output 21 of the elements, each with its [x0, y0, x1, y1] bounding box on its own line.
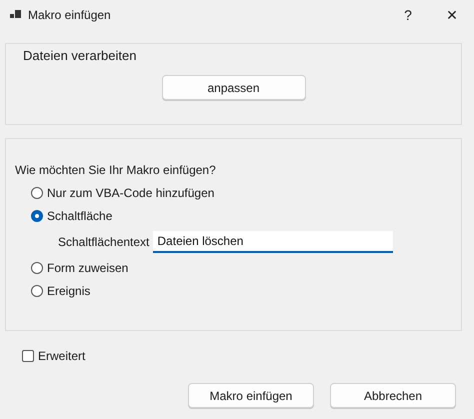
radio-icon[interactable] — [31, 262, 43, 274]
radio-icon[interactable] — [31, 187, 43, 199]
help-button[interactable]: ? — [386, 0, 430, 30]
dialog-button[interactable]: Abbrechen — [330, 383, 456, 408]
radio-icon[interactable] — [31, 285, 43, 297]
group-title: Dateien verarbeiten — [23, 48, 138, 63]
checkbox-icon[interactable] — [22, 350, 34, 362]
app-icon — [10, 10, 21, 20]
radio-option[interactable]: Form zuweisen — [31, 261, 461, 275]
window-title: Makro einfügen — [28, 8, 112, 22]
checkbox-option[interactable]: Erweitert — [22, 349, 474, 363]
input-field[interactable]: Dateien löschen — [153, 231, 394, 253]
dialog-button[interactable]: Makro einfügen — [188, 383, 314, 408]
close-button[interactable]: ✕ — [430, 0, 474, 30]
radio-option[interactable]: Schaltfläche — [31, 209, 461, 223]
radio-icon[interactable] — [31, 210, 43, 222]
radio-option[interactable]: Ereignis — [31, 284, 461, 298]
field-label: Schaltflächentext — [58, 235, 150, 249]
customize-button[interactable]: anpassen — [162, 75, 306, 100]
radio-option[interactable]: Nur zum VBA-Code hinzufügen — [31, 186, 461, 200]
question-label: Wie möchten Sie Ihr Makro einfügen? — [15, 163, 217, 177]
